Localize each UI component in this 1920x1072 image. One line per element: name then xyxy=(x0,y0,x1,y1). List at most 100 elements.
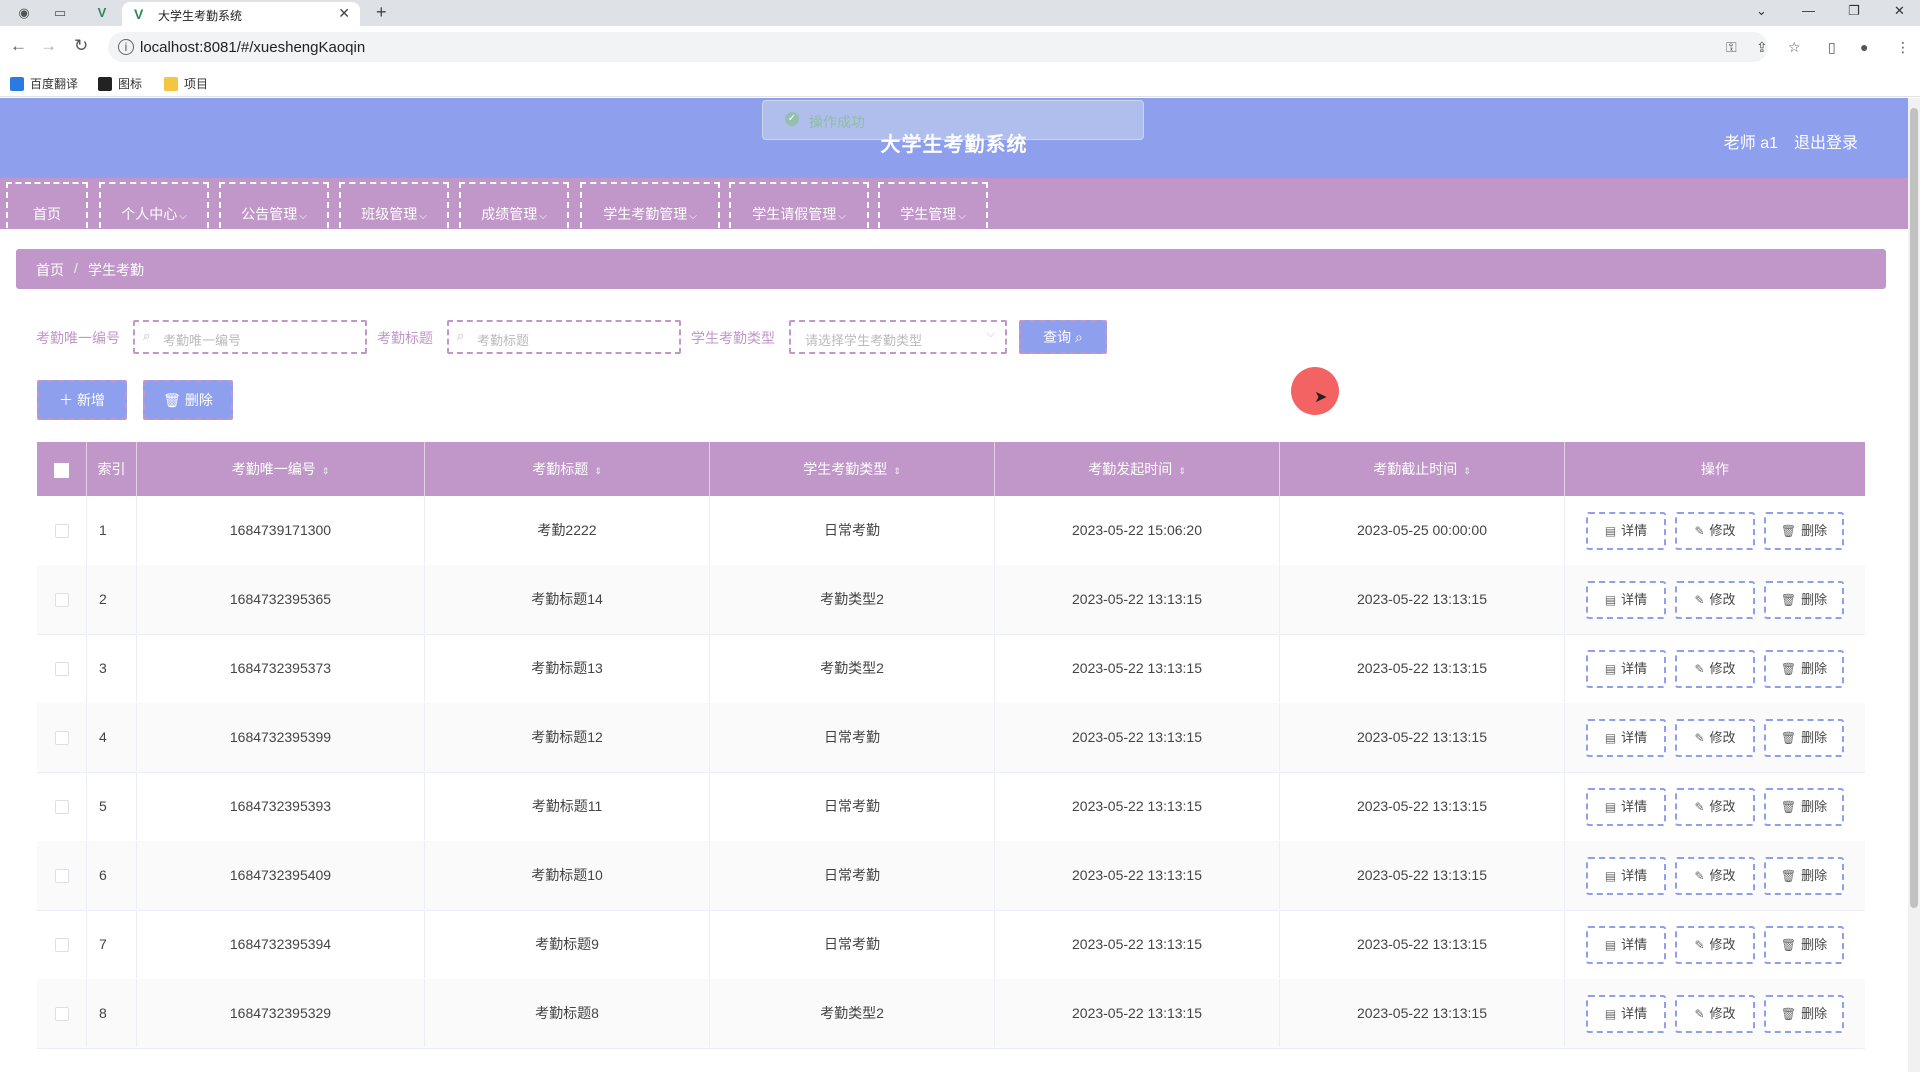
vue-tab-icon[interactable]: V xyxy=(94,5,110,21)
col-title[interactable]: 考勤标题 ⇕ xyxy=(425,442,710,496)
id-search-input[interactable]: ⌕ 考勤唯一编号 xyxy=(133,320,367,354)
bookmark-icons[interactable]: 图标 xyxy=(98,75,142,92)
id-search-placeholder: 考勤唯一编号 xyxy=(163,333,242,348)
table-row: 2 1684732395365 考勤标题14 考勤类型2 2023-05-22 13:1… xyxy=(37,565,1865,635)
browser-tab-active[interactable]: V 大学生考勤系统 ✕ xyxy=(122,2,360,26)
menu-announcement[interactable]: 公告管理 ⌵ xyxy=(219,182,329,228)
sort-icon[interactable]: ⇕ xyxy=(1463,466,1471,476)
cell-text: 2023-05-22 13:13:15 xyxy=(1072,1005,1202,1021)
detail-button[interactable]: ▤ 详情 xyxy=(1586,719,1666,757)
sidepanel-icon[interactable]: ▯ xyxy=(1828,39,1836,56)
delete-button[interactable]: 🗑 删除 xyxy=(1764,719,1844,757)
op-label: 修改 xyxy=(1709,523,1736,538)
detail-button[interactable]: ▤ 详情 xyxy=(1586,995,1666,1033)
menu-leave[interactable]: 学生请假管理 ⌵ xyxy=(729,182,869,228)
edit-button[interactable]: ✎ 修改 xyxy=(1675,995,1755,1033)
menu-home[interactable]: 首页 xyxy=(6,182,88,228)
row-checkbox[interactable] xyxy=(54,1007,69,1022)
reload-icon[interactable]: ↻ xyxy=(74,36,88,56)
row-checkbox[interactable] xyxy=(54,869,69,884)
sort-icon[interactable]: ⇕ xyxy=(594,466,602,476)
sort-icon[interactable]: ⇕ xyxy=(893,466,901,476)
minimize-icon[interactable]: — xyxy=(1802,3,1815,18)
col-type[interactable]: 学生考勤类型 ⇕ xyxy=(710,442,995,496)
delete-button[interactable]: 🗑 删除 xyxy=(1764,857,1844,895)
menu-attendance[interactable]: 学生考勤管理 ⌵ xyxy=(580,182,720,228)
detail-button[interactable]: ▤ 详情 xyxy=(1586,512,1666,550)
window-close-icon[interactable]: ✕ xyxy=(1894,3,1905,19)
batch-delete-button[interactable]: 🗑 删除 xyxy=(143,380,233,420)
edit-button[interactable]: ✎ 修改 xyxy=(1675,650,1755,688)
row-checkbox[interactable] xyxy=(54,524,69,539)
breadcrumb-home[interactable]: 首页 xyxy=(36,260,64,280)
pinned-tab-icon[interactable]: ▭ xyxy=(52,5,68,21)
detail-button[interactable]: ▤ 详情 xyxy=(1586,926,1666,964)
star-icon[interactable]: ☆ xyxy=(1788,39,1801,56)
tab-close-icon[interactable]: ✕ xyxy=(338,5,350,22)
kebab-menu-icon[interactable]: ⋮ xyxy=(1896,39,1910,56)
row-select-cell xyxy=(37,496,87,564)
edit-button[interactable]: ✎ 修改 xyxy=(1675,926,1755,964)
profile-icon[interactable]: ● xyxy=(1860,39,1868,55)
menu-class[interactable]: 班级管理 ⌵ xyxy=(339,182,449,228)
detail-button[interactable]: ▤ 详情 xyxy=(1586,788,1666,826)
menu-personal-center[interactable]: 个人中心 ⌵ xyxy=(99,182,209,228)
scrollbar-thumb[interactable] xyxy=(1910,108,1918,908)
forward-icon[interactable]: → xyxy=(40,36,57,56)
cell-end: 2023-05-22 13:13:15 xyxy=(1280,565,1565,633)
menu-students[interactable]: 学生管理 ⌵ xyxy=(878,182,988,228)
col-end[interactable]: 考勤截止时间 ⇕ xyxy=(1280,442,1565,496)
detail-button[interactable]: ▤ 详情 xyxy=(1586,857,1666,895)
edit-button[interactable]: ✎ 修改 xyxy=(1675,719,1755,757)
col-start[interactable]: 考勤发起时间 ⇕ xyxy=(995,442,1280,496)
row-checkbox[interactable] xyxy=(54,731,69,746)
delete-button[interactable]: 🗑 删除 xyxy=(1764,512,1844,550)
cell-text: 考勤类型2 xyxy=(820,591,884,607)
cell-title: 考勤标题12 xyxy=(425,703,710,771)
cell-text: 1684732395329 xyxy=(229,1005,332,1021)
back-icon[interactable]: ← xyxy=(10,36,27,56)
row-checkbox[interactable] xyxy=(54,662,69,677)
trash-icon: 🗑 xyxy=(1780,662,1797,676)
detail-button[interactable]: ▤ 详情 xyxy=(1586,650,1666,688)
delete-button[interactable]: 🗑 删除 xyxy=(1764,650,1844,688)
type-select[interactable]: 请选择学生考勤类型 ⌵ xyxy=(789,320,1007,354)
row-checkbox[interactable] xyxy=(54,593,69,608)
title-search-input[interactable]: ⌕ 考勤标题 xyxy=(447,320,681,354)
query-button[interactable]: 查询 ⌕ xyxy=(1019,320,1107,354)
site-info-icon[interactable]: i xyxy=(118,39,134,55)
delete-button[interactable]: 🗑 删除 xyxy=(1764,581,1844,619)
sort-icon[interactable]: ⇕ xyxy=(322,466,330,476)
key-icon[interactable]: ⚿ xyxy=(1726,39,1737,56)
add-button[interactable]: ＋ 新增 xyxy=(37,380,127,420)
detail-button[interactable]: ▤ 详情 xyxy=(1586,581,1666,619)
bookmark-project[interactable]: 项目 xyxy=(164,75,208,92)
edit-button[interactable]: ✎ 修改 xyxy=(1675,788,1755,826)
trash-icon: 🗑 xyxy=(1780,800,1797,814)
document-icon: ▤ xyxy=(1604,869,1617,883)
cell-text: 5 xyxy=(99,798,107,814)
tab-search-icon[interactable]: ⌄ xyxy=(1756,3,1767,19)
delete-button[interactable]: 🗑 删除 xyxy=(1764,788,1844,826)
globe-icon[interactable]: ◉ xyxy=(16,5,32,21)
edit-button[interactable]: ✎ 修改 xyxy=(1675,857,1755,895)
page-scrollbar[interactable] xyxy=(1908,98,1920,1072)
menu-grades[interactable]: 成绩管理 ⌵ xyxy=(459,182,569,228)
url-field[interactable]: i localhost:8081/#/xueshengKaoqin xyxy=(108,32,1768,62)
select-all-checkbox[interactable] xyxy=(54,462,69,478)
edit-button[interactable]: ✎ 修改 xyxy=(1675,581,1755,619)
delete-button[interactable]: 🗑 删除 xyxy=(1764,926,1844,964)
cell-start: 2023-05-22 15:06:20 xyxy=(995,496,1280,564)
col-id[interactable]: 考勤唯一编号 ⇕ xyxy=(137,442,425,496)
row-checkbox[interactable] xyxy=(54,800,69,815)
delete-button[interactable]: 🗑 删除 xyxy=(1764,995,1844,1033)
sort-icon[interactable]: ⇕ xyxy=(1178,466,1186,476)
bookmark-label: 项目 xyxy=(184,77,209,91)
edit-button[interactable]: ✎ 修改 xyxy=(1675,512,1755,550)
restore-icon[interactable]: ❐ xyxy=(1848,3,1860,19)
logout-link[interactable]: 退出登录 xyxy=(1794,129,1858,153)
row-checkbox[interactable] xyxy=(54,938,69,953)
bookmark-baidu-translate[interactable]: 百度翻译 xyxy=(10,75,78,92)
share-icon[interactable]: ⇪ xyxy=(1756,39,1768,56)
new-tab-icon[interactable]: + xyxy=(376,2,387,23)
